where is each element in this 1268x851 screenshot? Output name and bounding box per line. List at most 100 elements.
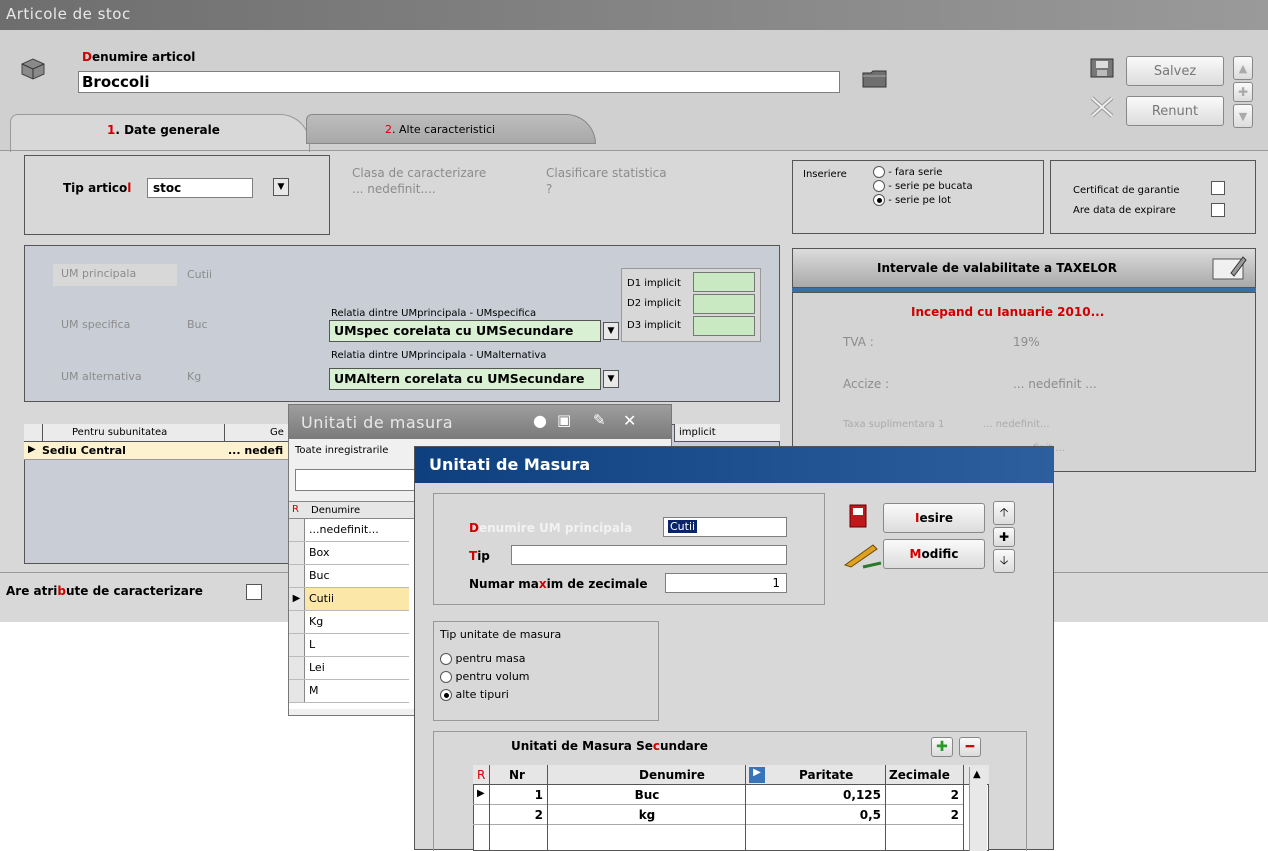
um-list-item[interactable]: Box [289, 542, 409, 565]
row-pointer-icon: ▶ [289, 588, 305, 610]
dialog-up-button[interactable]: 🡡 [993, 501, 1015, 525]
add-row-button[interactable]: ✚ [931, 737, 953, 757]
row-pointer-icon: ▶ [477, 788, 485, 799]
cell-nr: 1 [534, 788, 543, 802]
edit-note-icon[interactable] [1211, 253, 1247, 283]
atribute-label: Are atribute de caracterizare [6, 584, 203, 598]
scroll-up-button[interactable]: ▲ [1233, 56, 1253, 80]
um-principala-label: UM principala [53, 264, 177, 286]
row-pointer-icon: ▶ [28, 444, 36, 455]
cell-nr: 2 [534, 808, 543, 822]
d3-implicit-field[interactable] [693, 316, 755, 336]
name-field[interactable]: Broccoli [78, 71, 840, 93]
tip-articol-dropdown-icon[interactable]: ▼ [273, 178, 289, 196]
cell-zecimale: 2 [950, 788, 959, 802]
cell-paritate: 0,125 [843, 788, 881, 802]
close-icon[interactable]: ✕ [623, 411, 636, 430]
relatia2-select[interactable]: UMAltern corelata cu UMSecundare [329, 368, 601, 390]
folder-icon[interactable] [862, 68, 888, 90]
um-dialog: Unitati de Masura Denumire UM principala… [414, 446, 1054, 851]
tab-alte-caracteristici[interactable]: 2. Alte caracteristici [306, 114, 596, 144]
exit-icon [849, 504, 867, 528]
column-toggle-icon[interactable]: ▶ [749, 767, 765, 783]
radio-pentru-masa[interactable]: pentru masa [440, 652, 525, 665]
um-list-item[interactable]: M [289, 680, 409, 703]
dialog-title-bar: Unitati de Masura [415, 447, 1053, 483]
um-box: UM principala Cutii UM specifica Buc UM … [24, 245, 780, 402]
cell-zecimale: 2 [950, 808, 959, 822]
secundare-title: Unitati de Masura Secundare [511, 739, 708, 753]
d1-implicit-field[interactable] [693, 272, 755, 292]
add-small-button[interactable]: ✚ [1233, 82, 1253, 102]
um-list-item[interactable]: ...nedefinit... [289, 519, 409, 542]
atribute-checkbox[interactable] [246, 584, 262, 600]
um-list-item[interactable]: Buc [289, 565, 409, 588]
denumire-um-field[interactable]: Cutii [663, 517, 787, 537]
taxe-header: Intervale de valabilitate a TAXELOR [792, 248, 1256, 288]
radio-alte-tipuri[interactable]: alte tipuri [440, 688, 509, 701]
um-list-item[interactable]: Kg [289, 611, 409, 634]
table-scrollbar[interactable]: ▲ [969, 767, 987, 851]
tip-um-box: Tip unitate de masura pentru masa pentru… [433, 621, 659, 721]
cell-paritate: 0,5 [859, 808, 881, 822]
um-list-title-bar: Unitati de masura ● ▣ ✎ ✕ [289, 405, 671, 439]
row-marker [289, 611, 305, 633]
filter-row[interactable]: Toate inregistrarile [295, 445, 415, 463]
um-search-field[interactable] [295, 469, 415, 491]
tab-divider [0, 150, 1268, 151]
modific-button[interactable]: Modific [883, 539, 985, 569]
window-title-bar: Articole de stoc [0, 0, 1268, 30]
clasificare-label: Clasificare statistica [546, 166, 667, 180]
scroll-up-arrow-icon[interactable]: ▲ [973, 769, 981, 780]
zecimale-field[interactable]: 1 [665, 573, 787, 593]
search-icon[interactable]: ● [533, 411, 547, 430]
tab-date-generale[interactable]: 1. Date generale [10, 114, 310, 152]
um-list-item[interactable]: Lei [289, 657, 409, 680]
expirare-checkbox[interactable] [1211, 203, 1225, 217]
name-label: Denumire articol [82, 50, 196, 64]
certificat-checkbox[interactable] [1211, 181, 1225, 195]
cancel-button[interactable]: Renunt [1126, 96, 1224, 126]
garantie-box: Certificat de garantie Are data de expir… [1050, 160, 1256, 234]
radio-pentru-volum[interactable]: pentru volum [440, 670, 530, 683]
box-icon [21, 58, 45, 80]
inserare-box: Inseriere - fara serie - serie pe bucata… [792, 160, 1044, 234]
implicit-column-header: implicit [674, 424, 780, 442]
um-list-item-label: M [309, 684, 319, 697]
col-divider [547, 765, 548, 851]
d2-implicit-field[interactable] [693, 294, 755, 314]
iesire-button[interactable]: Iesire [883, 503, 985, 533]
col-divider [885, 765, 886, 851]
radio-serie-lot[interactable]: - serie pe lot [873, 194, 951, 206]
dialog-add-button[interactable]: ✚ [993, 527, 1015, 547]
relatia1-dropdown-icon[interactable]: ▼ [603, 322, 619, 340]
tip-articol-select[interactable]: stoc [147, 178, 253, 198]
remove-row-button[interactable]: ━ [959, 737, 981, 757]
relatia2-dropdown-icon[interactable]: ▼ [603, 370, 619, 388]
tip-articol-box: Tip articol stoc ▼ [24, 155, 330, 235]
tip-field[interactable] [511, 545, 787, 565]
document-icon[interactable]: ▣ [557, 411, 571, 429]
radio-serie-bucata[interactable]: - serie pe bucata [873, 180, 973, 192]
save-icon [1090, 58, 1114, 78]
col-divider [489, 765, 490, 851]
row-marker [289, 657, 305, 679]
dialog-down-button[interactable]: 🡣 [993, 549, 1015, 573]
edit-icon[interactable]: ✎ [593, 411, 606, 429]
relatia1-select[interactable]: UMspec corelata cu UMSecundare [329, 320, 601, 342]
um-list-item-label: L [309, 638, 316, 651]
um-list-item-label: Buc [309, 569, 330, 582]
um-list-item-label: Kg [309, 615, 324, 628]
tip-label: Tip [469, 549, 490, 563]
scroll-down-button[interactable]: ▼ [1233, 104, 1253, 128]
save-button[interactable]: Salvez [1126, 56, 1224, 86]
row-marker [289, 680, 305, 702]
cell-denumire: kg [638, 808, 656, 822]
um-list-item[interactable]: ▶ Cutii [289, 588, 409, 611]
radio-fara-serie[interactable]: - fara serie [873, 166, 942, 178]
um-list-item-label: Lei [309, 661, 325, 674]
row-marker [289, 519, 305, 541]
um-list-item-label: Box [309, 546, 330, 559]
um-list-item[interactable]: L [289, 634, 409, 657]
col-divider [963, 765, 964, 851]
